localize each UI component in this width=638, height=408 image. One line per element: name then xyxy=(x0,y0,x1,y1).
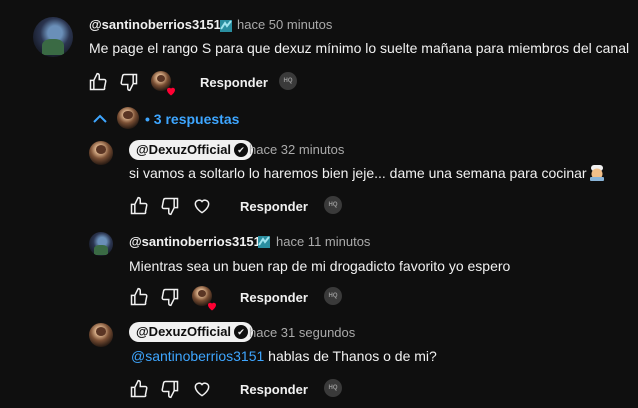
thumbs-down-icon[interactable] xyxy=(160,379,180,399)
comment-text: Mientras sea un buen rap de mi drogadict… xyxy=(129,258,511,274)
comment-time[interactable]: hace 31 segundos xyxy=(249,325,355,340)
hq-icon[interactable]: HQ xyxy=(324,287,342,305)
thumbs-up-icon[interactable] xyxy=(129,196,149,216)
avatar[interactable] xyxy=(33,17,73,57)
replies-count: 3 respuestas xyxy=(153,111,240,127)
comment-text: Me page el rango S para que dexuz mínimo… xyxy=(89,40,630,56)
avatar[interactable] xyxy=(89,141,113,165)
mention-link[interactable]: @santinoberrios3151 xyxy=(131,348,264,364)
member-badge-icon xyxy=(220,20,232,32)
replies-dot: • xyxy=(145,111,150,127)
chevron-up-icon[interactable] xyxy=(92,112,108,126)
avatar[interactable] xyxy=(89,323,113,347)
comment-body: hablas de Thanos o de mi? xyxy=(264,348,437,364)
avatar[interactable] xyxy=(89,232,113,256)
comment-time[interactable]: hace 32 minutos xyxy=(249,142,344,157)
reply-button[interactable]: Responder xyxy=(200,75,268,90)
thumbs-up-icon[interactable] xyxy=(88,72,108,92)
hq-icon[interactable]: HQ xyxy=(279,72,297,90)
creator-badge[interactable]: @DexuzOfficial ✔ xyxy=(129,140,254,160)
verified-check-icon: ✔ xyxy=(234,143,249,157)
comment-time[interactable]: hace 50 minutos xyxy=(237,17,332,32)
comment-time[interactable]: hace 11 minutos xyxy=(276,234,370,249)
comment-author[interactable]: @santinoberrios3151 xyxy=(129,234,261,249)
comment-author: @DexuzOfficial xyxy=(136,324,232,339)
creator-heart-icon xyxy=(192,286,216,311)
thumbs-down-icon[interactable] xyxy=(160,287,180,307)
heart-icon[interactable] xyxy=(192,196,212,216)
replies-toggle[interactable]: • 3 respuestas xyxy=(145,111,239,127)
creator-badge[interactable]: @DexuzOfficial ✔ xyxy=(129,322,254,342)
thumbs-up-icon[interactable] xyxy=(129,379,149,399)
hq-icon[interactable]: HQ xyxy=(324,196,342,214)
thumbs-down-icon[interactable] xyxy=(160,196,180,216)
comment-text: si vamos a soltarlo lo haremos bien jeje… xyxy=(129,165,587,181)
thumbs-down-icon[interactable] xyxy=(119,72,139,92)
thumbs-up-icon[interactable] xyxy=(129,287,149,307)
reply-button[interactable]: Responder xyxy=(240,199,308,214)
verified-check-icon: ✔ xyxy=(234,325,249,339)
creator-heart-icon xyxy=(151,71,175,96)
comment-author[interactable]: @santinoberrios3151 xyxy=(89,17,221,32)
comment-text: @santinoberrios3151 hablas de Thanos o d… xyxy=(131,348,437,364)
hq-icon[interactable]: HQ xyxy=(324,379,342,397)
reply-button[interactable]: Responder xyxy=(240,290,308,305)
comment-author: @DexuzOfficial xyxy=(136,142,232,157)
replies-avatar xyxy=(117,107,139,129)
reply-button[interactable]: Responder xyxy=(240,382,308,397)
cooking-emoji-icon xyxy=(590,165,604,181)
member-badge-icon xyxy=(258,236,270,248)
heart-icon[interactable] xyxy=(192,379,212,399)
